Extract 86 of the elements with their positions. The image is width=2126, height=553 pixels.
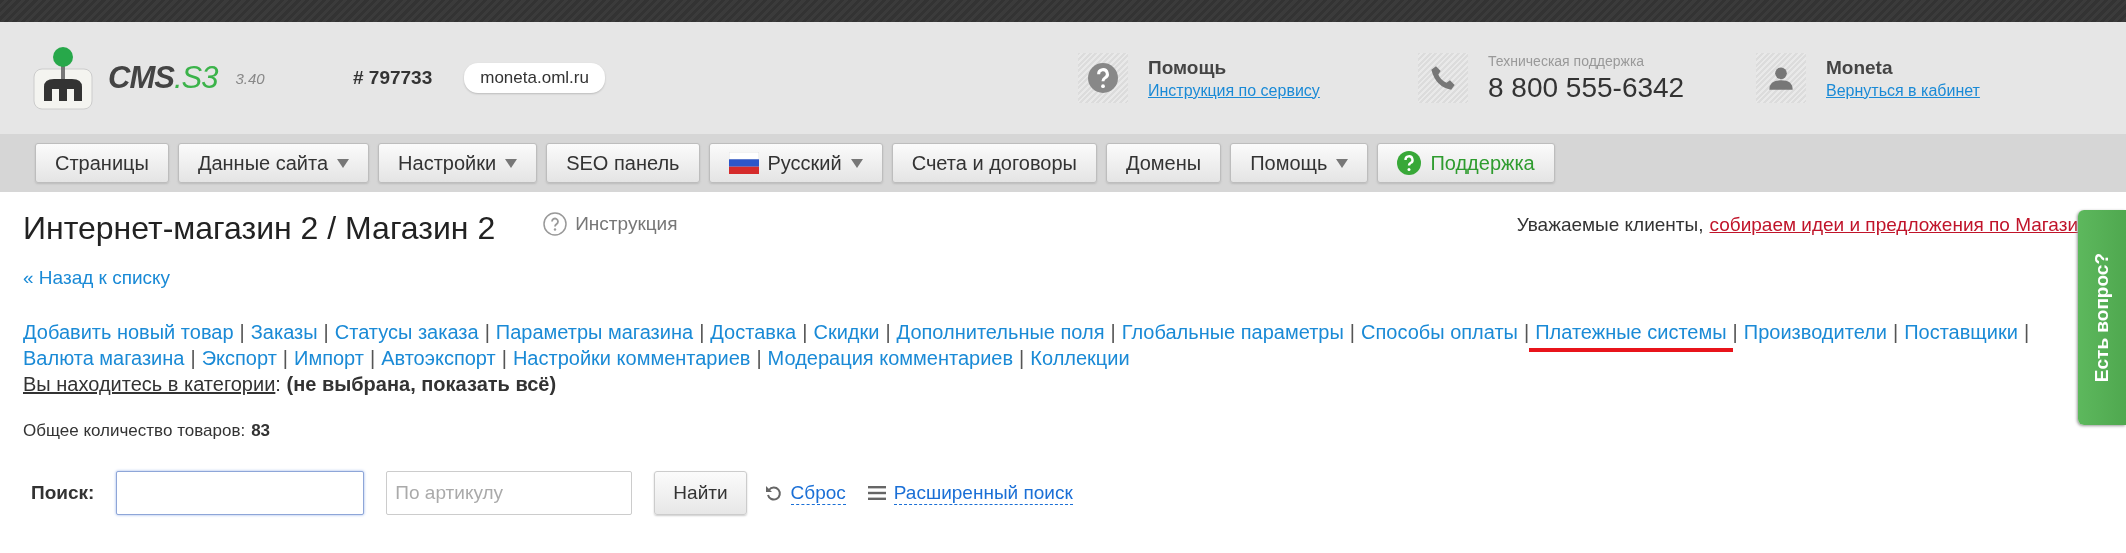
link-separator: | — [1349, 321, 1355, 343]
logo-text: CMS.S3 — [108, 60, 218, 96]
link-separator: | — [2023, 321, 2030, 343]
phone-icon — [1418, 53, 1468, 103]
menu-button[interactable]: Данные сайта — [177, 143, 370, 183]
user-icon — [1756, 53, 1806, 103]
section-link[interactable]: Способы оплаты — [1361, 321, 1518, 343]
search-label: Поиск: — [31, 482, 95, 504]
link-separator: | — [885, 321, 891, 343]
link-separator: | — [756, 347, 762, 369]
section-link[interactable]: Настройки комментариев — [512, 347, 751, 369]
section-link[interactable]: Статусы заказа — [334, 321, 479, 343]
category-separator: : — [275, 373, 281, 395]
category-value: (не выбрана, показать всё) — [286, 373, 557, 395]
advanced-search-link[interactable]: Расширенный поиск — [893, 481, 1073, 505]
back-link[interactable]: « Назад к списку — [23, 267, 171, 289]
menu-button[interactable]: Помощь — [1230, 143, 1369, 183]
section-link[interactable]: Скидки — [813, 321, 880, 343]
section-link[interactable]: Импорт — [294, 347, 364, 369]
link-separator: | — [802, 321, 808, 343]
help-icon — [1078, 53, 1128, 103]
menu-button[interactable]: SEO панель — [546, 143, 700, 183]
reset-icon — [764, 484, 783, 502]
link-separator: | — [190, 347, 196, 369]
page-title: Интернет-магазин 2 / Магазин 2 — [23, 210, 496, 247]
menu-button[interactable]: Домены — [1105, 143, 1222, 183]
section-link[interactable]: Доставка — [710, 321, 797, 343]
link-separator: | — [1892, 321, 1899, 343]
menu-button[interactable]: Страницы — [35, 143, 169, 183]
link-separator: | — [484, 321, 490, 343]
section-link[interactable]: Параметры магазина — [495, 321, 694, 343]
section-link[interactable]: Поставщики — [1904, 321, 2018, 343]
menu-button[interactable]: Счета и договоры — [891, 143, 1097, 183]
site-id: # 797733 — [353, 67, 433, 89]
link-separator: | — [369, 347, 376, 369]
search-field[interactable] — [116, 471, 365, 515]
support-caption: Техническая поддержка — [1488, 52, 1646, 69]
link-separator: | — [1524, 321, 1530, 343]
support-phone: 8 800 555-6342 — [1488, 71, 1685, 104]
caret-icon — [1336, 158, 1349, 168]
menu-button[interactable]: Русский — [708, 143, 883, 183]
section-link[interactable]: Производители — [1743, 321, 1887, 343]
category-link[interactable]: Вы находитесь в категории — [23, 373, 276, 395]
menu-button[interactable]: Настройки — [378, 143, 538, 183]
section-link[interactable]: Коллекции — [1030, 347, 1130, 369]
section-link[interactable]: Дополнительные поля — [896, 321, 1105, 343]
total-label: Общее количество товаров: — [23, 421, 246, 441]
caret-icon — [850, 158, 863, 168]
logo-icon — [30, 45, 96, 111]
menu-button[interactable]: Поддержка — [1377, 143, 1555, 183]
section-link[interactable]: Валюта магазина — [23, 347, 185, 369]
help-title: Помощь — [1148, 56, 1228, 79]
reset-link[interactable]: Сброс — [790, 481, 846, 505]
user-name: Moneta — [1826, 56, 1894, 79]
link-separator: | — [1110, 321, 1116, 343]
section-link[interactable]: Добавить новый товар — [23, 321, 234, 343]
help-icon — [543, 212, 568, 236]
instruction-link[interactable]: Инструкция — [543, 212, 678, 236]
cabinet-link[interactable]: Вернуться в кабинет — [1826, 81, 1980, 100]
article-field[interactable]: По артикулу — [386, 471, 633, 515]
version-label: 3.40 — [235, 69, 265, 87]
section-link[interactable]: Экспорт — [201, 347, 277, 369]
section-link[interactable]: Модерация комментариев — [767, 347, 1014, 369]
feedback-link[interactable]: собираем идеи и предложения по Магази — [1709, 214, 2078, 236]
find-button[interactable]: Найти — [654, 471, 747, 515]
link-separator: | — [323, 321, 329, 343]
section-link[interactable]: Заказы — [250, 321, 318, 343]
list-icon — [867, 486, 886, 500]
notice-text: Уважаемые клиенты, — [1516, 214, 1704, 236]
link-separator: | — [699, 321, 705, 343]
link-separator: | — [282, 347, 288, 369]
domain-badge: moneta.oml.ru — [464, 63, 605, 93]
link-separator: | — [239, 321, 245, 343]
flag-icon — [728, 152, 759, 174]
section-link[interactable]: Автоэкспорт — [381, 347, 496, 369]
section-link[interactable]: Глобальные параметры — [1121, 321, 1344, 343]
section-link[interactable]: Платежные системы — [1535, 321, 1727, 343]
help-icon — [1397, 151, 1422, 175]
link-separator: | — [1732, 321, 1738, 343]
link-separator: | — [501, 347, 507, 369]
caret-icon — [505, 158, 518, 168]
question-tab[interactable]: Есть вопрос? — [2078, 210, 2126, 425]
instruction-link[interactable]: Инструкция по сервису — [1148, 81, 1320, 100]
total-value: 83 — [251, 421, 271, 441]
link-separator: | — [1019, 347, 1025, 369]
caret-icon — [337, 158, 350, 168]
